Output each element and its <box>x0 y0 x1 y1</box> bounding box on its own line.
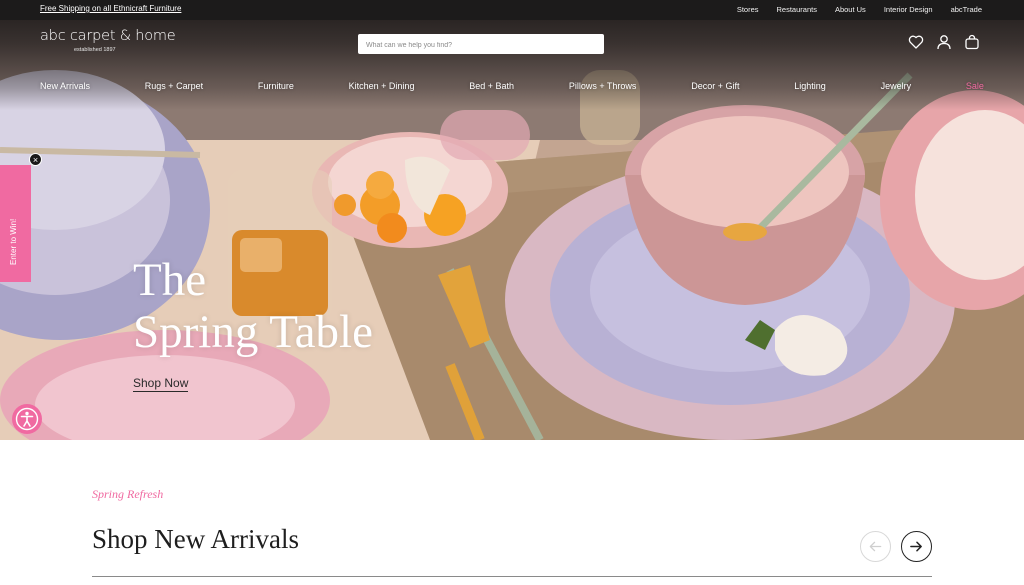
nav-item-jewelry[interactable]: Jewelry <box>881 81 912 91</box>
enter-to-win-label: Enter to Win! <box>9 218 18 265</box>
hero-banner[interactable]: The Spring Table Shop Now <box>0 0 1024 440</box>
section-kicker: Spring Refresh <box>92 487 164 501</box>
hero-title-line-2: Spring Table <box>133 306 373 358</box>
utility-link-about-us[interactable]: About Us <box>835 5 866 14</box>
utility-link-interior-design[interactable]: Interior Design <box>884 5 933 14</box>
enter-to-win-tab[interactable]: Enter to Win! <box>0 165 31 282</box>
heart-icon[interactable] <box>908 34 924 50</box>
nav-item-new-arrivals[interactable]: New Arrivals <box>40 81 90 91</box>
utility-link-restaurants[interactable]: Restaurants <box>777 5 817 14</box>
nav-item-furniture[interactable]: Furniture <box>258 81 294 91</box>
header-icons <box>908 34 980 50</box>
brand-name: abc carpet & home <box>40 28 176 44</box>
shop-now-link[interactable]: Shop Now <box>133 376 189 392</box>
utility-link-stores[interactable]: Stores <box>737 5 759 14</box>
nav-item-pillows-throws[interactable]: Pillows + Throws <box>569 81 637 91</box>
section-divider <box>92 576 932 577</box>
nav-item-decor-gift[interactable]: Decor + Gift <box>691 81 739 91</box>
brand-logo[interactable]: abc carpet & home established 1897 <box>40 28 176 53</box>
hero-title: The Spring Table <box>133 254 373 358</box>
nav-item-rugs-carpet[interactable]: Rugs + Carpet <box>145 81 203 91</box>
page: The Spring Table Shop Now Free Shipping … <box>0 0 1024 585</box>
hero-title-line-1: The <box>133 254 207 306</box>
nav-item-kitchen-dining[interactable]: Kitchen + Dining <box>349 81 415 91</box>
utility-link-abctrade[interactable]: abcTrade <box>951 5 982 14</box>
accessibility-button[interactable] <box>12 404 42 434</box>
accessibility-icon <box>15 407 39 431</box>
main-nav: New Arrivals Rugs + Carpet Furniture Kit… <box>40 81 984 91</box>
nav-item-sale[interactable]: Sale <box>966 81 984 91</box>
bag-icon[interactable] <box>964 34 980 50</box>
nav-item-lighting[interactable]: Lighting <box>794 81 826 91</box>
brand-tagline: established 1897 <box>74 47 116 53</box>
search-box <box>358 34 604 56</box>
search-input[interactable] <box>358 35 604 56</box>
promo-link[interactable]: Free Shipping on all Ethnicraft Furnitur… <box>40 4 181 13</box>
arrow-right-icon <box>910 541 922 552</box>
section-title: Shop New Arrivals <box>92 524 299 554</box>
carousel-next-button[interactable] <box>901 531 932 562</box>
utility-links: Stores Restaurants About Us Interior Des… <box>737 5 982 14</box>
nav-item-bed-bath[interactable]: Bed + Bath <box>469 81 514 91</box>
carousel-prev-button[interactable] <box>860 531 891 562</box>
close-icon[interactable]: × <box>29 153 42 166</box>
utility-bar: Free Shipping on all Ethnicraft Furnitur… <box>0 0 1024 20</box>
arrow-left-icon <box>869 541 882 552</box>
account-icon[interactable] <box>936 34 952 50</box>
